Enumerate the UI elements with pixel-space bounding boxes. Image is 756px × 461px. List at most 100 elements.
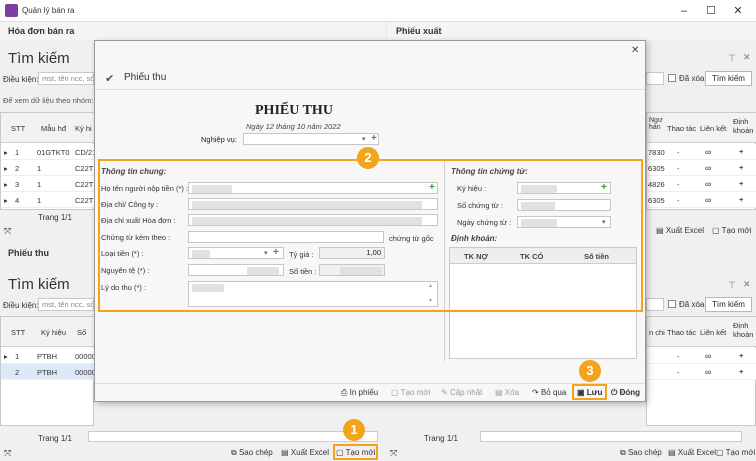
close-dialog-icon[interactable]: ✕ [631, 45, 639, 56]
pin-icon[interactable]: ⊤ [728, 53, 736, 64]
cell: 00000 [75, 368, 96, 377]
grid-header: STT Ký hiệu Số [1, 317, 95, 347]
add-icon[interactable]: + [739, 195, 743, 205]
window-title: Quản lý bán ra [22, 6, 75, 15]
update-label: Cập nhật [449, 388, 483, 397]
expand-pane-icon[interactable]: ⤧ [4, 226, 11, 237]
add-icon[interactable]: + [739, 179, 743, 189]
cell: 1 [37, 164, 42, 173]
condition-input[interactable]: mst, tên ncc, số [38, 72, 94, 85]
horizontal-scrollbar[interactable] [480, 431, 742, 442]
payment-grid: n chi Thao tác Liên kết Định khoản - ∞ + -… [646, 316, 756, 426]
export-excel-label: Xuất Excel [290, 448, 330, 457]
maximize-icon[interactable]: ☐ [703, 3, 719, 19]
cell: 2 [15, 368, 20, 377]
column-header: Liên kết [700, 124, 727, 133]
business-select[interactable]: ▾ + [243, 133, 379, 145]
cell: - [677, 352, 680, 361]
table-row[interactable]: - ∞ + [647, 364, 756, 380]
horizontal-scrollbar[interactable] [88, 431, 378, 442]
table-row[interactable]: ▸ 4 1 C22TH [1, 192, 99, 208]
export-excel-button[interactable]: ▤ Xuất Excel [656, 226, 704, 235]
pager: Trang 1/1 [38, 213, 72, 222]
close-label: Đóng [619, 388, 640, 397]
expand-pane-icon[interactable]: ⤧ [4, 448, 11, 459]
row-expand-icon[interactable]: ▸ [4, 164, 8, 173]
highlight-create-new [333, 444, 378, 460]
link-icon[interactable]: ∞ [705, 179, 711, 189]
create-new-button[interactable]: ▢ Tạo mới [712, 226, 751, 235]
skip-button[interactable]: ↷ Bỏ qua [532, 388, 566, 397]
link-icon[interactable]: ∞ [705, 163, 711, 173]
column-header: Mẫu hđ [41, 124, 67, 133]
table-row[interactable]: 7830 - ∞ + [647, 144, 756, 160]
row-expand-icon[interactable]: ▸ [4, 352, 8, 361]
export-excel-button[interactable]: ▤ Xuất Excel [668, 448, 716, 457]
link-icon[interactable]: ∞ [705, 351, 711, 361]
delete-icon: ▤ [495, 388, 505, 397]
table-row[interactable]: 4826 - ∞ + [647, 176, 756, 192]
print-button[interactable]: ⎙ In phiếu [341, 388, 378, 398]
row-expand-icon[interactable]: ▸ [4, 180, 8, 189]
add-icon[interactable]: + [739, 351, 743, 361]
link-icon[interactable]: ∞ [705, 147, 711, 157]
table-row[interactable]: ▸ 2 1 C22TH [1, 160, 99, 176]
copy-button[interactable]: ⧉ Sao chép [620, 448, 662, 458]
link-icon[interactable]: ∞ [705, 195, 711, 205]
table-row[interactable]: 6305 - ∞ + [647, 160, 756, 176]
column-header: STT [11, 328, 26, 337]
delete-label: Xóa [504, 388, 520, 397]
grid-header: n chi Thao tác Liên kết Định khoản [647, 317, 756, 347]
search-button[interactable]: Tìm kiếm [705, 297, 752, 312]
deleted-label: Đã xóa [679, 74, 705, 83]
add-icon[interactable]: + [739, 147, 743, 157]
excel-icon: ▤ [281, 448, 291, 457]
expand-pane-icon[interactable]: ⤧ [390, 448, 397, 459]
close-pane-icon[interactable]: ✕ [743, 279, 751, 290]
export-excel-button[interactable]: ▤ Xuất Excel [281, 448, 329, 457]
new-button[interactable]: ▢ Tạo mới [391, 388, 430, 397]
deleted-checkbox[interactable]: Đã xóa [668, 300, 704, 309]
add-icon[interactable]: + [739, 367, 743, 377]
add-icon[interactable]: + [371, 134, 377, 144]
pane-header-receipts: Phiếu thu [0, 244, 94, 262]
delivery-grid: Ngư hàn Thao tác Liên kết Định khoản 783… [646, 112, 756, 210]
delete-button[interactable]: ▤ Xóa [495, 388, 519, 397]
pin-icon[interactable]: ⊤ [728, 280, 736, 291]
callout-2: 2 [357, 147, 379, 169]
table-row[interactable]: ▸ 1 PTBH 00000 [1, 348, 96, 364]
divider [95, 383, 645, 384]
link-icon[interactable]: ∞ [705, 367, 711, 377]
add-icon[interactable]: + [739, 163, 743, 173]
condition-input-right[interactable] [646, 72, 664, 85]
check-icon: ✔ [105, 73, 115, 85]
cell: 2 [15, 164, 20, 173]
cell: 00000 [75, 352, 96, 361]
copy-button[interactable]: ⧉ Sao chép [231, 448, 273, 458]
pager: Trang 1/1 [38, 434, 72, 443]
close-window-icon[interactable]: ✕ [730, 3, 746, 19]
update-button[interactable]: ✎ Cập nhật [441, 388, 482, 397]
row-expand-icon[interactable]: ▸ [4, 148, 8, 157]
skip-label: Bỏ qua [540, 388, 567, 397]
cell: 1 [15, 148, 20, 157]
column-header: Định khoản [733, 321, 754, 339]
deleted-checkbox[interactable]: Đã xóa [668, 74, 704, 83]
create-new-button[interactable]: ▢ Tạo mới [716, 448, 755, 457]
table-row[interactable]: ▸ 1 01GTKT0 CD/21 [1, 144, 96, 160]
group-hint: Để xem dữ liệu theo nhóm: K [3, 96, 101, 105]
column-header: Ký hiệu [41, 328, 67, 337]
close-pane-icon[interactable]: ✕ [743, 52, 751, 63]
export-excel-label: Xuất Excel [665, 226, 705, 235]
table-row-selected[interactable]: 2 PTBH 00000 [1, 364, 96, 380]
row-expand-icon[interactable]: ▸ [4, 196, 8, 205]
table-row[interactable]: ▸ 3 1 C22TH [1, 176, 99, 192]
table-row[interactable]: 6305 - ∞ + [647, 192, 756, 208]
search-button[interactable]: Tìm kiếm [705, 71, 752, 86]
close-button[interactable]: ⏻ Đóng [611, 388, 640, 398]
condition-input[interactable]: mst, tên ncc, số [38, 298, 94, 311]
condition-input-right[interactable] [646, 298, 664, 311]
minimize-icon[interactable]: – [676, 3, 692, 19]
table-row[interactable]: - ∞ + [647, 348, 756, 364]
condition-label: Điều kiện: [3, 75, 39, 84]
